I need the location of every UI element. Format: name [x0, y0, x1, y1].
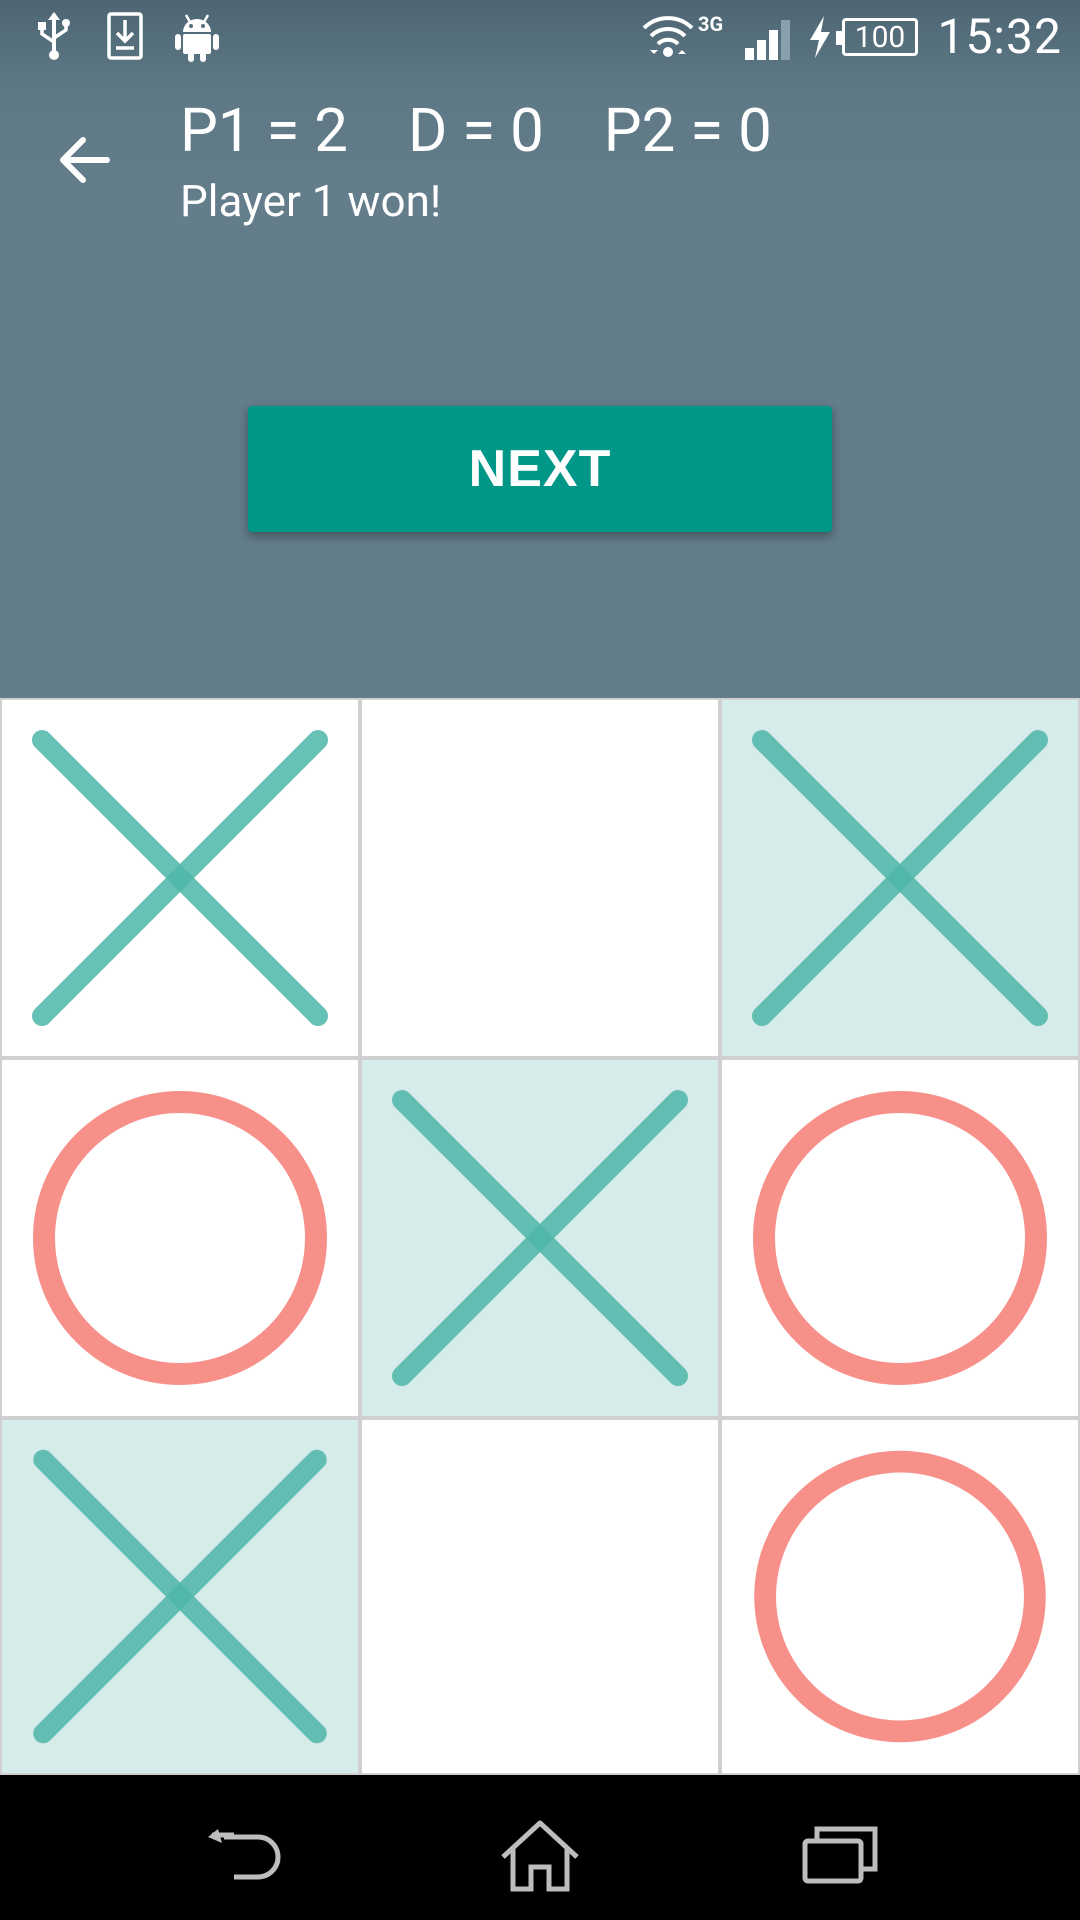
- network-type-label: 3G: [698, 12, 724, 36]
- score-draws: D = 0: [408, 95, 544, 166]
- board-cell-1[interactable]: [2, 700, 358, 1056]
- status-bar: 3G 100 15:32: [0, 0, 1080, 75]
- o-mark-icon: [33, 1091, 327, 1385]
- x-mark-icon: [392, 1090, 688, 1386]
- board-cell-9[interactable]: [722, 1420, 1078, 1773]
- usb-icon: [38, 12, 70, 60]
- battery-level: 100: [854, 20, 906, 55]
- battery-icon: 100: [836, 18, 918, 56]
- score-player-2: P2 = 0: [603, 95, 772, 166]
- game-header: 3G 100 15:32 P1 = 2 D = 0 P2 = 0 Player 1 …: [0, 0, 1080, 698]
- download-icon: [107, 12, 143, 60]
- android-icon: [175, 14, 219, 62]
- x-mark-icon: [33, 1449, 327, 1744]
- wifi-icon: [642, 16, 694, 57]
- score-player-1: P1 = 2: [180, 95, 348, 166]
- board-cell-7[interactable]: [2, 1420, 358, 1773]
- clock: 15:32: [937, 8, 1062, 65]
- nav-home-icon[interactable]: [495, 1817, 585, 1897]
- board-cell-4[interactable]: [2, 1060, 358, 1416]
- nav-recents-icon[interactable]: [795, 1817, 885, 1897]
- board-cell-5[interactable]: [362, 1060, 718, 1416]
- board-cell-2[interactable]: [362, 700, 718, 1056]
- board-cell-3[interactable]: [722, 700, 1078, 1056]
- nav-back-icon[interactable]: [200, 1817, 290, 1897]
- x-mark-icon: [752, 730, 1048, 1026]
- charging-icon: [810, 16, 830, 58]
- navigation-bar: [0, 1775, 1080, 1920]
- game-result: Player 1 won!: [180, 175, 442, 227]
- board-cell-8[interactable]: [362, 1420, 718, 1773]
- game-board: [0, 698, 1080, 1775]
- board-cell-6[interactable]: [722, 1060, 1078, 1416]
- score-line: P1 = 2 D = 0 P2 = 0: [180, 95, 772, 166]
- signal-icon: [745, 20, 790, 60]
- x-mark-icon: [32, 730, 328, 1026]
- back-arrow-icon[interactable]: [55, 130, 115, 190]
- next-button[interactable]: NEXT: [248, 406, 832, 532]
- o-mark-icon: [753, 1091, 1047, 1385]
- o-mark-icon: [754, 1450, 1046, 1743]
